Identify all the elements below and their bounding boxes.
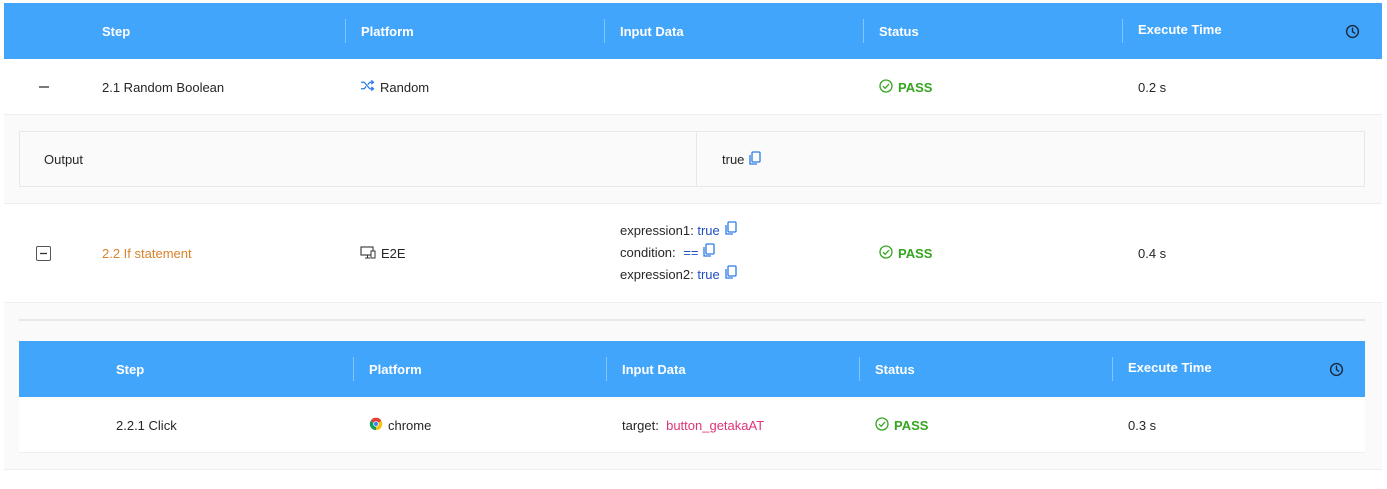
input-data-cell: expression1: true condition: == expressi…	[620, 220, 737, 286]
execute-time: 0.2 s	[1138, 79, 1167, 95]
table-row: 2.2 If statement E2E expression1: true c…	[4, 204, 1382, 303]
time-cell: 0.2 s	[1138, 59, 1166, 115]
monitor-icon	[360, 245, 376, 262]
input-key: target:	[622, 417, 659, 433]
input-value: true	[697, 267, 720, 282]
output-table: Output true	[19, 131, 1365, 187]
column-header-platform-label: Platform	[369, 361, 422, 377]
column-header-status[interactable]: Status	[875, 341, 915, 397]
column-header-input[interactable]: Input Data	[620, 3, 684, 59]
nested-table-header: Step Platform Input Data Status Execute …	[19, 341, 1365, 397]
time-cell: 0.3 s	[1128, 397, 1156, 453]
step-cell: 2.1 Random Boolean	[102, 59, 224, 115]
column-header-platform[interactable]: Platform	[369, 341, 422, 397]
step-name: 2.1 Random Boolean	[102, 79, 225, 95]
step-cell: 2.2.1 Click	[116, 397, 177, 453]
expanded-row: Output true	[4, 115, 1382, 204]
nested-table-row: 2.2.1 Click chrome target: button_getaka…	[19, 397, 1365, 453]
check-circle-icon	[879, 78, 893, 96]
output-value: true	[722, 151, 745, 167]
input-line: expression1: true	[620, 220, 737, 242]
time-cell: 0.4 s	[1138, 204, 1166, 303]
copy-icon[interactable]	[749, 150, 762, 168]
copy-icon[interactable]	[725, 264, 737, 286]
shuffle-icon	[360, 79, 375, 95]
column-header-status-label: Status	[879, 23, 919, 39]
execute-time: 0.3 s	[1128, 417, 1157, 433]
input-value: true	[697, 223, 720, 238]
column-header-time[interactable]: Execute Time	[1128, 339, 1212, 395]
platform-name: chrome	[388, 417, 432, 433]
platform-name: E2E	[381, 246, 406, 261]
step-name: 2.2.1 Click	[116, 417, 177, 433]
table-row: 2.1 Random Boolean Random PASS 0.2 s	[4, 59, 1382, 115]
column-header-input-label: Input Data	[620, 23, 684, 39]
column-header-platform-label: Platform	[361, 23, 414, 39]
output-label-cell: Output	[20, 132, 697, 186]
column-header-step-label: Step	[102, 23, 131, 39]
column-divider[interactable]	[353, 357, 354, 381]
column-header-time-label: Execute Time	[1138, 21, 1222, 37]
output-label: Output	[44, 151, 84, 167]
column-header-input[interactable]: Input Data	[622, 341, 686, 397]
input-line: condition: ==	[620, 242, 737, 264]
platform-cell: E2E	[360, 204, 406, 303]
collapse-toggle[interactable]	[37, 80, 51, 94]
nested-divider	[19, 319, 1365, 321]
input-line: expression2: true	[620, 264, 737, 286]
step-cell: 2.2 If statement	[102, 204, 192, 303]
table-header: Step Platform Input Data Status Execute …	[4, 3, 1382, 59]
status-text: PASS	[898, 79, 933, 95]
status-badge: PASS	[879, 204, 932, 303]
minus-icon	[37, 80, 51, 94]
copy-icon[interactable]	[725, 220, 737, 242]
column-header-platform[interactable]: Platform	[361, 3, 414, 59]
column-divider[interactable]	[859, 357, 860, 381]
column-divider[interactable]	[345, 19, 346, 43]
clock-icon[interactable]	[1329, 341, 1344, 397]
column-header-input-label: Input Data	[622, 361, 686, 377]
column-header-step-label: Step	[116, 361, 145, 377]
input-key: condition:	[620, 245, 676, 260]
check-circle-icon	[875, 416, 889, 434]
input-key: expression1:	[620, 223, 694, 238]
column-header-status[interactable]: Status	[879, 3, 919, 59]
column-divider[interactable]	[604, 19, 605, 43]
collapse-toggle[interactable]	[36, 246, 51, 261]
minus-square-icon	[36, 246, 51, 261]
column-divider[interactable]	[606, 357, 607, 381]
output-value-cell: true	[698, 132, 762, 186]
input-value: ==	[683, 245, 699, 260]
input-data-cell: target: button_getakaAT	[622, 397, 764, 453]
input-value: button_getakaAT	[666, 417, 765, 433]
clock-icon[interactable]	[1345, 3, 1360, 59]
column-header-step[interactable]: Step	[102, 3, 130, 59]
column-header-status-label: Status	[875, 361, 915, 377]
expanded-row: Step Platform Input Data Status Execute …	[4, 303, 1382, 470]
column-header-time-label: Execute Time	[1128, 359, 1212, 375]
platform-cell: chrome	[369, 397, 431, 453]
copy-icon[interactable]	[703, 242, 716, 264]
status-text: PASS	[898, 246, 933, 261]
column-divider[interactable]	[1112, 357, 1113, 381]
step-name[interactable]: 2.2 If statement	[102, 246, 192, 261]
status-text: PASS	[894, 417, 929, 433]
column-header-time[interactable]: Execute Time	[1138, 1, 1222, 57]
check-circle-icon	[879, 245, 893, 262]
column-header-step[interactable]: Step	[116, 341, 144, 397]
status-badge: PASS	[879, 59, 932, 115]
chrome-icon	[369, 417, 383, 434]
column-divider[interactable]	[863, 19, 864, 43]
execute-time: 0.4 s	[1138, 246, 1167, 261]
platform-cell: Random	[360, 59, 429, 115]
platform-name: Random	[380, 79, 430, 95]
column-divider[interactable]	[1122, 19, 1123, 43]
status-badge: PASS	[875, 397, 928, 453]
input-key: expression2:	[620, 267, 694, 282]
